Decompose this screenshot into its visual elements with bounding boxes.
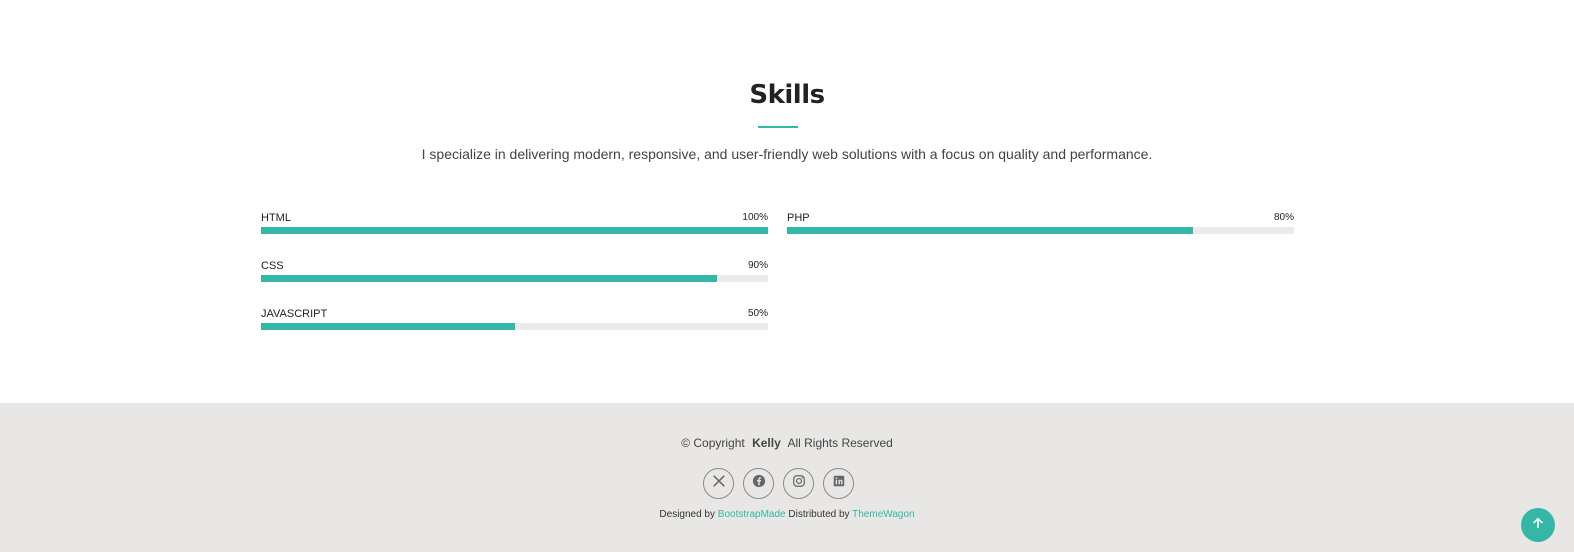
progress-track	[261, 227, 768, 234]
skill-value: 100%	[742, 212, 768, 223]
progress-bar	[261, 275, 718, 282]
back-to-top-button[interactable]	[1521, 508, 1555, 542]
skill-value: 80%	[1273, 212, 1294, 223]
skill-name: CSS	[261, 260, 284, 272]
skill-javascript: JAVASCRIPT 50%	[261, 308, 768, 338]
skill-css: CSS 90%	[261, 260, 768, 290]
linkedin-link[interactable]	[823, 468, 854, 499]
copyright-brand: Kelly	[752, 436, 781, 450]
progress-bar	[787, 227, 1193, 234]
linkedin-icon	[832, 474, 846, 493]
copyright: © Copyright Kelly All Rights Reserved	[0, 436, 1574, 450]
bootstrapmade-link[interactable]: BootstrapMade	[718, 509, 786, 520]
credits: Designed by BootstrapMade Distributed by…	[0, 509, 1574, 520]
themewagon-link[interactable]: ThemeWagon	[852, 509, 914, 520]
footer: © Copyright Kelly All Rights Reserved De…	[0, 403, 1574, 552]
arrow-up-icon	[1531, 516, 1545, 535]
facebook-link[interactable]	[743, 468, 774, 499]
instagram-link[interactable]	[783, 468, 814, 499]
copyright-suffix: All Rights Reserved	[787, 436, 893, 450]
skill-name: PHP	[787, 212, 810, 224]
progress-bar	[261, 323, 515, 330]
skill-value: 90%	[747, 260, 768, 271]
skill-php: PHP 80%	[787, 212, 1294, 242]
skill-name: JAVASCRIPT	[261, 308, 328, 320]
skill-value: 50%	[747, 308, 768, 319]
social-links	[703, 468, 854, 499]
title-underline	[758, 126, 798, 128]
x-icon	[712, 474, 726, 493]
copyright-prefix: © Copyright	[681, 436, 745, 450]
section-title: Skills	[749, 80, 825, 110]
skill-name: HTML	[261, 212, 291, 224]
section-description: I specialize in delivering modern, respo…	[421, 146, 1153, 162]
distributed-by-label: Distributed by	[788, 509, 850, 520]
progress-track	[261, 323, 768, 330]
facebook-icon	[752, 474, 766, 493]
skill-html: HTML 100%	[261, 212, 768, 242]
designed-by-label: Designed by	[659, 509, 715, 520]
instagram-icon	[792, 474, 806, 493]
progress-track	[261, 275, 768, 282]
progress-bar	[261, 227, 768, 234]
skills-section: Skills I specialize in delivering modern…	[0, 0, 1574, 403]
x-link[interactable]	[703, 468, 734, 499]
progress-track	[787, 227, 1294, 234]
